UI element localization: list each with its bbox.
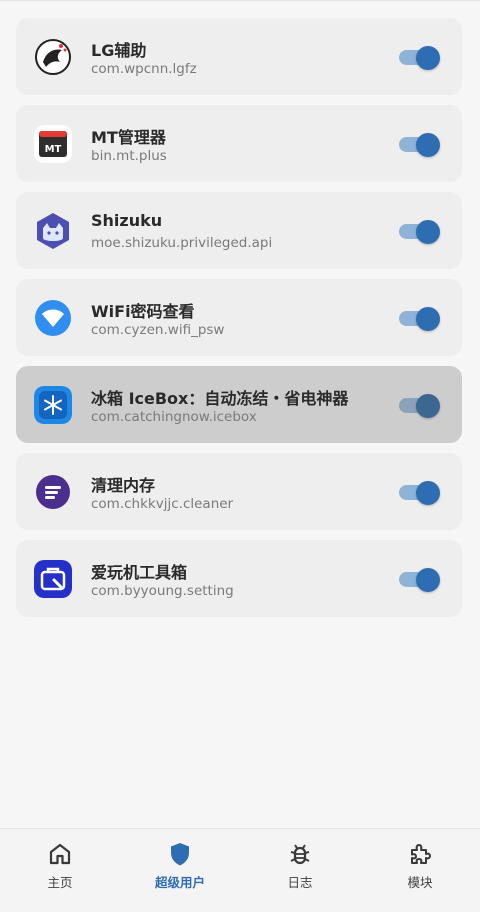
top-divider <box>0 0 480 1</box>
cleaner-icon <box>34 473 72 511</box>
nav-label: 模块 <box>407 875 433 890</box>
app-item-wifi-password[interactable]: WiFi密码查看 com.cyzen.wifi_psw <box>16 279 462 356</box>
toggle-thumb <box>416 133 440 157</box>
grant-toggle[interactable] <box>399 133 441 157</box>
app-item-icebox[interactable]: 冰箱 IceBox：自动冻结・省电神器 com.catchingnow.iceb… <box>16 366 462 443</box>
bug-icon <box>287 841 313 867</box>
toggle-thumb <box>416 394 440 418</box>
app-name: MT管理器 <box>91 128 166 147</box>
mt-manager-icon: MT <box>34 125 72 163</box>
app-package: bin.mt.plus <box>91 148 167 164</box>
toggle-thumb <box>416 481 440 505</box>
grant-toggle[interactable] <box>399 307 441 331</box>
toolbox-icon <box>34 560 72 598</box>
app-name: 冰箱 IceBox：自动冻结・省电神器 <box>91 389 349 408</box>
grant-toggle[interactable] <box>399 394 441 418</box>
app-package: com.wpcnn.lgfz <box>91 61 197 77</box>
bottom-navigation: 主页 超级用户 日志 模块 <box>0 828 480 912</box>
app-item-lg-helper[interactable]: LG辅助 com.wpcnn.lgfz <box>16 18 462 95</box>
nav-label: 主页 <box>47 875 73 890</box>
app-item-mt-manager[interactable]: MT MT管理器 bin.mt.plus <box>16 105 462 182</box>
grant-toggle[interactable] <box>399 481 441 505</box>
nav-label: 日志 <box>287 875 313 890</box>
nav-modules[interactable]: 模块 <box>360 841 480 901</box>
nav-superuser[interactable]: 超级用户 <box>120 841 240 901</box>
toggle-thumb <box>416 220 440 244</box>
shizuku-icon <box>34 212 72 250</box>
app-package: com.chkkvjjc.cleaner <box>91 496 234 512</box>
home-icon <box>47 841 73 867</box>
app-package: moe.shizuku.privileged.api <box>91 235 273 251</box>
grant-toggle[interactable] <box>399 568 441 592</box>
grant-toggle[interactable] <box>399 220 441 244</box>
app-package: com.byyoung.setting <box>91 583 234 599</box>
toggle-thumb <box>416 307 440 331</box>
toggle-thumb <box>416 46 440 70</box>
app-name: 清理内存 <box>91 476 156 495</box>
toggle-thumb <box>416 568 440 592</box>
app-package: com.cyzen.wifi_psw <box>91 322 225 338</box>
puzzle-icon <box>407 841 433 867</box>
app-name: LG辅助 <box>91 41 147 60</box>
nav-home[interactable]: 主页 <box>0 841 120 901</box>
app-name: WiFi密码查看 <box>91 302 195 321</box>
wifi-icon <box>34 299 72 337</box>
shield-icon <box>167 841 193 867</box>
app-name: Shizuku <box>91 211 163 230</box>
lg-helper-icon <box>34 38 72 76</box>
svg-text:MT: MT <box>45 144 62 155</box>
superuser-app-list: LG辅助 com.wpcnn.lgfz MT MT管理器 bin.mt.plus <box>16 18 462 627</box>
app-item-toolbox[interactable]: 爱玩机工具箱 com.byyoung.setting <box>16 540 462 617</box>
grant-toggle[interactable] <box>399 46 441 70</box>
icebox-icon <box>34 386 72 424</box>
nav-label: 超级用户 <box>154 875 205 890</box>
app-item-shizuku[interactable]: Shizuku moe.shizuku.privileged.api <box>16 192 462 269</box>
app-item-memory-cleaner[interactable]: 清理内存 com.chkkvjjc.cleaner <box>16 453 462 530</box>
app-package: com.catchingnow.icebox <box>91 409 257 425</box>
app-name: 爱玩机工具箱 <box>91 563 188 582</box>
nav-logs[interactable]: 日志 <box>240 841 360 901</box>
